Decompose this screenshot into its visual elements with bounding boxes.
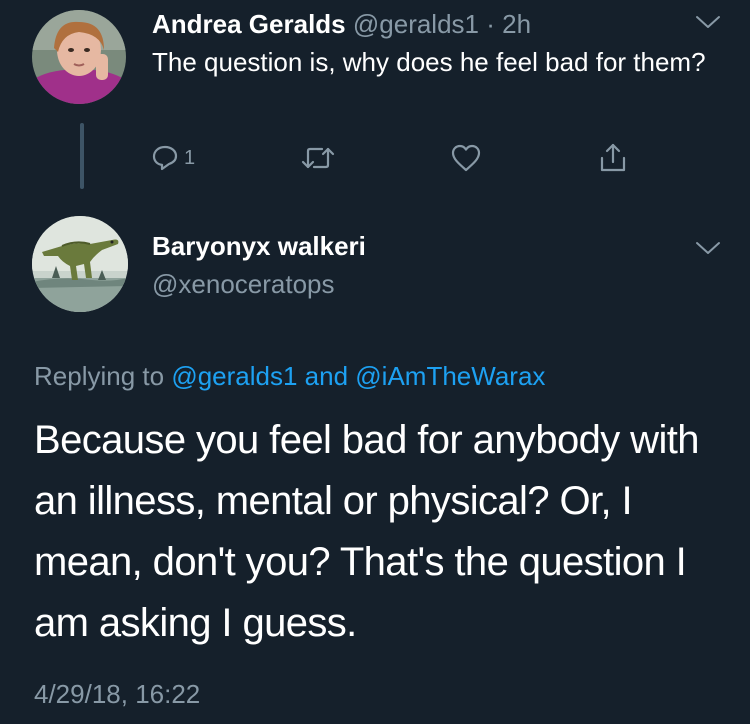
share-icon	[600, 143, 626, 172]
parent-tweet-header: Andrea Geralds @geralds1 · 2h	[152, 8, 531, 40]
chevron-down-icon[interactable]	[695, 240, 721, 256]
replying-and[interactable]: and	[297, 361, 355, 391]
header-separator: ·	[479, 9, 503, 39]
reply-count: 1	[184, 146, 196, 169]
reply-button[interactable]: 1	[150, 140, 195, 176]
replying-to-line: Replying to @geralds1 and @iAmTheWarax	[34, 359, 545, 393]
main-display-name[interactable]: Baryonyx walkeri	[152, 230, 366, 262]
share-button[interactable]	[598, 140, 628, 176]
heart-icon	[451, 144, 481, 172]
like-button[interactable]	[450, 140, 482, 176]
tweet-timestamp: 4/29/18, 16:22	[34, 679, 201, 709]
retweet-icon	[301, 147, 335, 169]
reply-icon	[152, 145, 178, 171]
chevron-down-icon[interactable]	[695, 14, 721, 30]
main-handle[interactable]: @xenoceratops	[152, 268, 335, 300]
thread-connector-line	[80, 123, 84, 189]
retweet-button[interactable]	[300, 140, 336, 176]
reply-mention-iamthewarax[interactable]: @iAmTheWarax	[355, 361, 545, 391]
andrea-avatar[interactable]	[32, 10, 126, 104]
reply-mention-geralds1[interactable]: @geralds1	[171, 361, 297, 391]
replying-prefix: Replying to	[34, 361, 172, 391]
parent-handle[interactable]: @geralds1	[353, 9, 479, 39]
parent-time[interactable]: 2h	[502, 9, 531, 39]
parent-display-name[interactable]: Andrea Geralds	[152, 9, 346, 39]
main-tweet-text: Because you feel bad for anybody with an…	[34, 418, 700, 645]
baryonyx-avatar[interactable]	[32, 216, 128, 312]
parent-tweet-text: The question is, why does he feel bad fo…	[152, 47, 706, 77]
tweet-detail-page: Andrea Geralds @geralds1 · 2h The questi…	[0, 0, 750, 724]
